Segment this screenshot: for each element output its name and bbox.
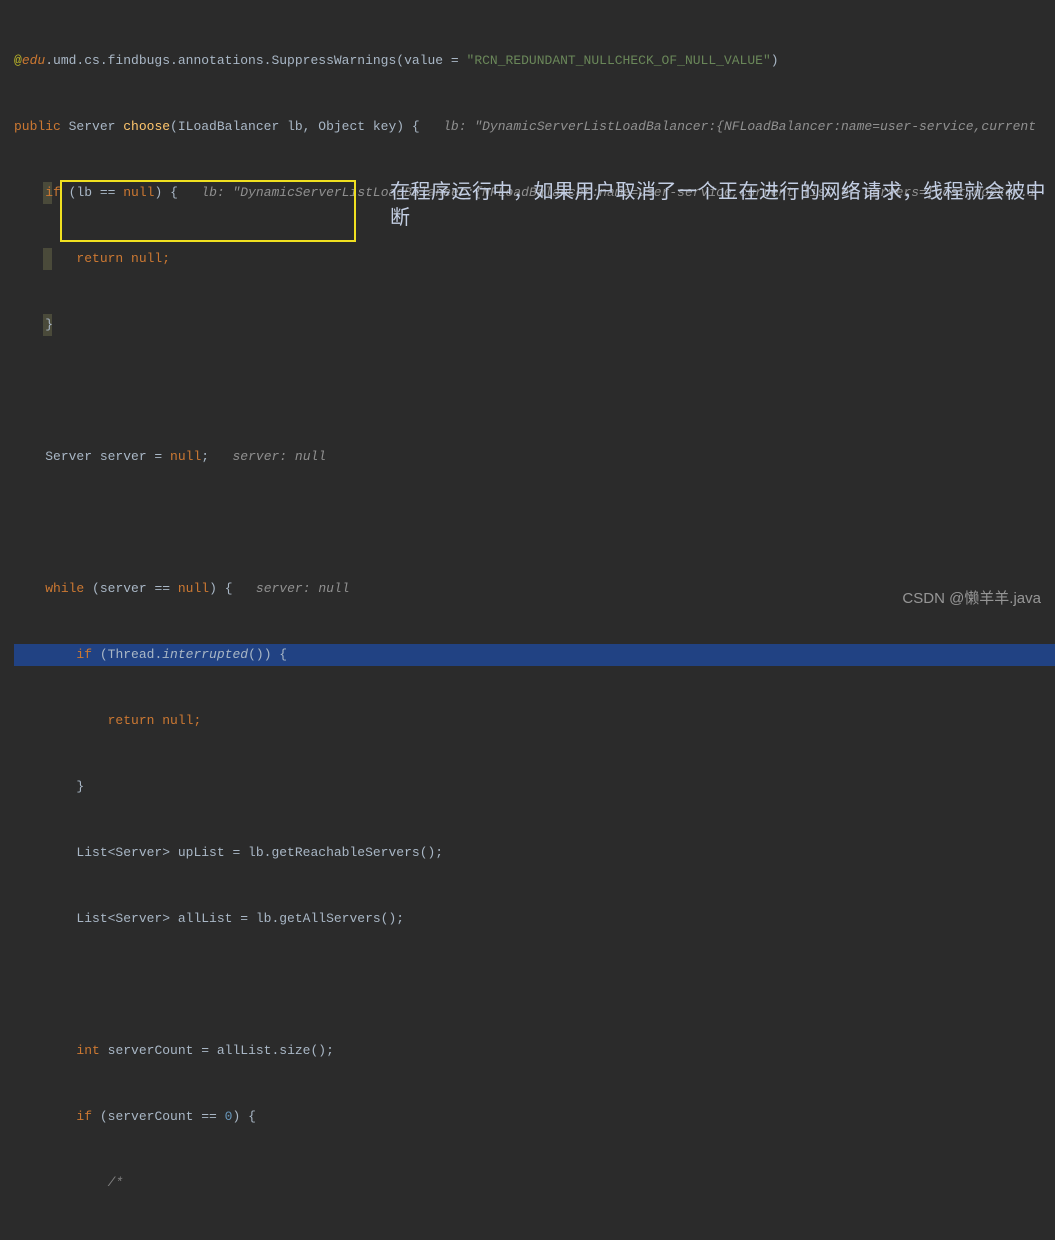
- annotation-text: 在程序运行中，如果用户取消了一个正在进行的网络请求，线程就会被中断: [390, 179, 1050, 231]
- watermark: CSDN @懒羊羊.java: [902, 588, 1041, 610]
